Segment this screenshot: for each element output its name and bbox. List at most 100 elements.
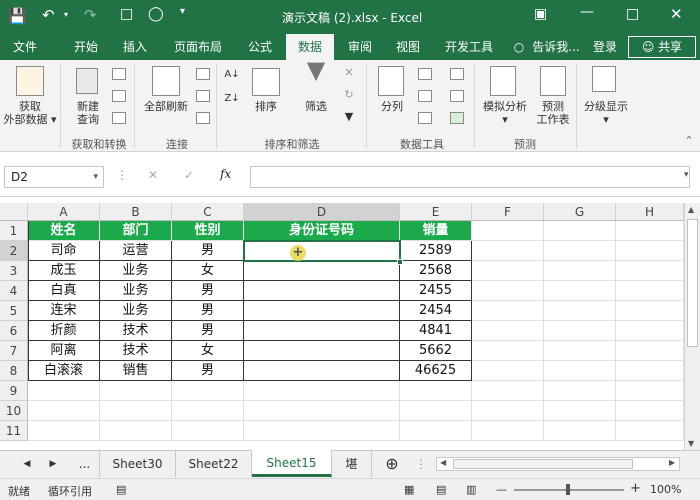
new-file-icon[interactable]: □ [120,6,133,22]
cell[interactable] [100,401,172,421]
table-cell[interactable]: 女 [172,341,244,361]
scroll-right-icon[interactable]: ▶ [44,451,62,477]
select-all-corner[interactable] [0,203,28,221]
cell[interactable] [472,421,544,441]
save-icon[interactable]: 💾 [8,7,27,25]
row-header[interactable]: 4 [0,281,28,301]
cell[interactable] [544,261,616,281]
cell[interactable] [244,381,400,401]
cell[interactable] [544,281,616,301]
share-button[interactable]: ☺ 共享 [628,36,696,58]
cell[interactable] [472,341,544,361]
filter-button[interactable]: 筛选 [296,100,336,113]
row-header[interactable]: 1 [0,221,28,241]
vertical-scroll-thumb[interactable] [687,219,698,347]
cell[interactable] [244,401,400,421]
scroll-left-icon[interactable]: ◀ [18,451,36,477]
cell[interactable] [472,381,544,401]
outline-button[interactable]: 分级显示 ▾ [578,100,634,126]
show-queries-icon[interactable] [112,68,126,80]
column-header-f[interactable]: F [472,203,544,221]
cell[interactable] [616,221,684,241]
table-cell[interactable]: 2568 [400,261,472,281]
cell[interactable] [544,321,616,341]
sheet-tab-active[interactable]: Sheet15 [252,450,332,477]
table-cell[interactable]: 技术 [100,321,172,341]
cell[interactable] [100,381,172,401]
advanced-filter-icon[interactable]: ▼ [342,110,356,123]
row-header[interactable]: 6 [0,321,28,341]
tab-developer[interactable]: 开发工具 [436,34,502,60]
table-cell[interactable]: 司命 [28,241,100,261]
cell[interactable] [472,281,544,301]
table-cell[interactable]: 阿离 [28,341,100,361]
table-cell[interactable]: 技术 [100,341,172,361]
cell[interactable] [244,421,400,441]
table-header-cell[interactable]: 性别 [172,221,244,241]
sheet-tab-more[interactable]: ... [70,451,100,477]
sheet-tab[interactable]: Sheet30 [100,451,176,477]
maximize-icon[interactable]: □ [626,6,639,22]
tab-home[interactable]: 开始 [58,34,114,60]
tab-file[interactable]: 文件 [4,34,46,60]
table-cell[interactable]: 4841 [400,321,472,341]
cell[interactable] [616,281,684,301]
sign-in-link[interactable]: 登录 [588,34,622,60]
table-cell[interactable]: 46625 [400,361,472,381]
cell[interactable] [472,361,544,381]
row-header[interactable]: 5 [0,301,28,321]
table-cell[interactable]: 销售 [100,361,172,381]
table-cell[interactable]: 男 [172,321,244,341]
table-cell[interactable]: 5662 [400,341,472,361]
row-header[interactable]: 8 [0,361,28,381]
horizontal-scroll-thumb[interactable] [453,459,633,469]
sort-descending-icon[interactable]: Z↓ [224,92,240,105]
cell[interactable] [544,341,616,361]
table-cell[interactable]: 男 [172,361,244,381]
customize-toolbar-icon[interactable]: ▾ [180,6,185,17]
minimize-icon[interactable]: — [580,4,594,20]
table-cell[interactable]: 运营 [100,241,172,261]
tab-page-layout[interactable]: 页面布局 [166,34,230,60]
table-cell[interactable] [244,281,400,301]
row-header[interactable]: 10 [0,401,28,421]
row-header[interactable]: 9 [0,381,28,401]
normal-view-icon[interactable]: ▦ [404,483,414,496]
table-cell[interactable]: 业务 [100,261,172,281]
sheet-tab[interactable]: 堪 [332,451,372,477]
connections-icon[interactable] [196,68,210,80]
fill-handle[interactable] [397,259,403,265]
cell[interactable] [616,261,684,281]
tab-formulas[interactable]: 公式 [238,34,282,60]
scroll-up-icon[interactable]: ▲ [688,205,694,214]
cell[interactable] [172,381,244,401]
insert-function-icon[interactable]: fx [220,167,231,181]
table-cell[interactable]: 2589 [400,241,472,261]
horizontal-scrollbar[interactable]: ◀ ▶ [436,457,680,471]
zoom-in-icon[interactable]: + [630,481,641,496]
properties-icon[interactable] [196,90,210,102]
table-cell[interactable]: 折颜 [28,321,100,341]
cell[interactable] [172,421,244,441]
cell[interactable] [544,221,616,241]
table-cell[interactable]: 2454 [400,301,472,321]
table-cell[interactable]: 业务 [100,301,172,321]
scroll-right-icon[interactable]: ▶ [669,458,675,467]
forecast-sheet-button[interactable]: 预测 工作表 [532,100,574,126]
formula-input[interactable] [250,166,690,188]
zoom-out-icon[interactable]: — [496,483,507,496]
get-external-data-button[interactable]: 获取 外部数据 ▾ [0,100,60,126]
relationships-icon[interactable] [450,90,464,102]
expand-formula-icon[interactable]: ▾ [684,170,689,180]
cell[interactable] [616,341,684,361]
cell[interactable] [472,321,544,341]
table-cell[interactable]: 2455 [400,281,472,301]
enter-check-icon[interactable]: ✓ [184,168,194,182]
table-header-cell[interactable]: 姓名 [28,221,100,241]
what-if-analysis-button[interactable]: 模拟分析 ▾ [478,100,532,126]
cell[interactable] [472,401,544,421]
tab-insert[interactable]: 插入 [112,34,158,60]
table-cell[interactable]: 男 [172,241,244,261]
table-cell[interactable]: 白滚滚 [28,361,100,381]
remove-duplicates-icon[interactable] [418,90,432,102]
